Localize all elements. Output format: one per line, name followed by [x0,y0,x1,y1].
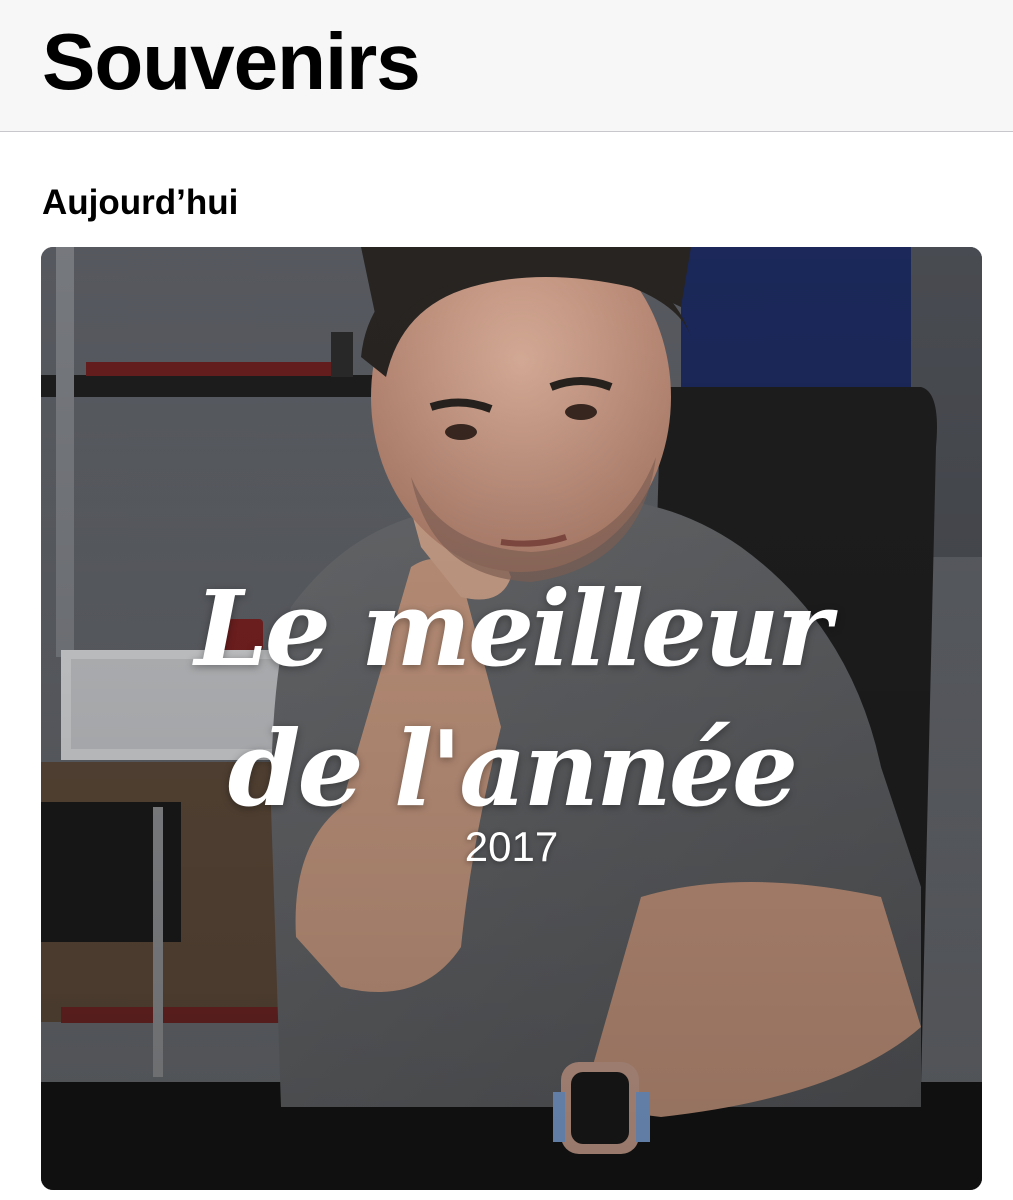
memory-year: 2017 [464,823,559,870]
section-header-today: Aujourd’hui [42,183,239,222]
memory-title-line1: Le meilleur [194,567,832,690]
memory-card[interactable]: Le meilleur de l'année 2017 [41,247,982,1190]
memory-title-line2: de l'année [227,707,798,830]
page-title: Souvenirs [42,17,421,106]
navigation-bar: Souvenirs [0,0,1013,132]
